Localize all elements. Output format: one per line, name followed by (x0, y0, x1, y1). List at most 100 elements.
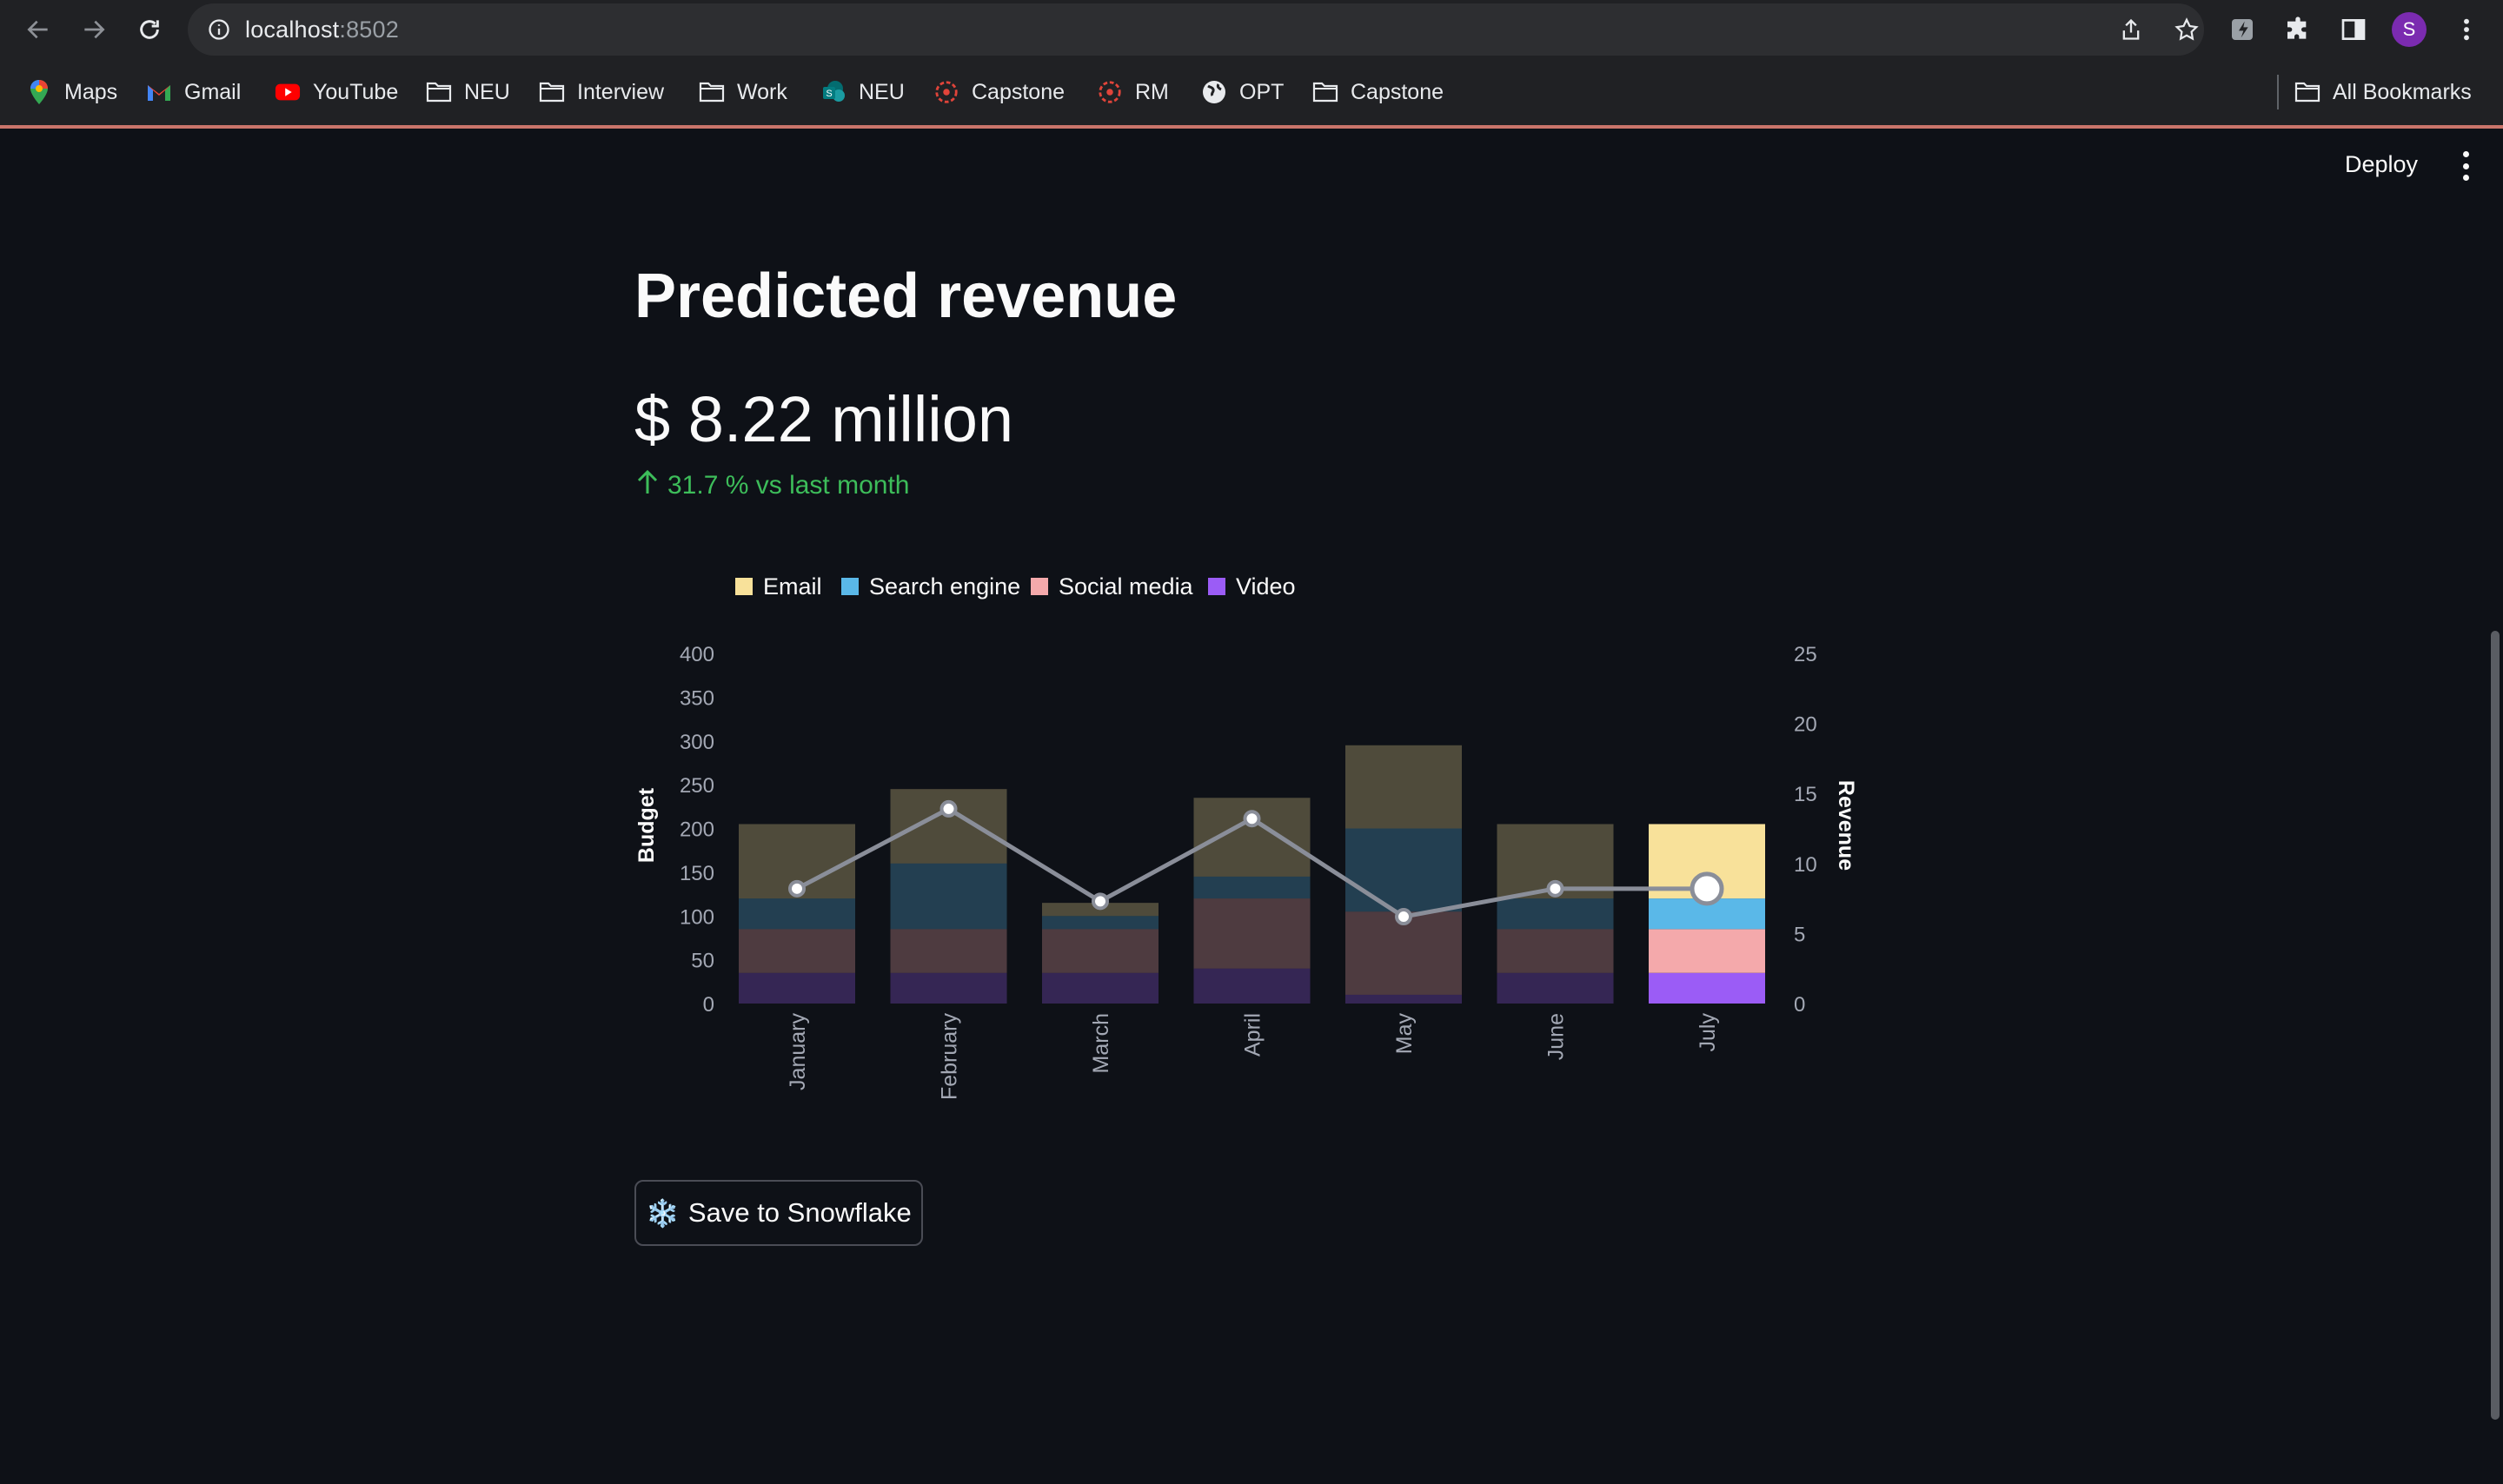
scrollbar[interactable] (2491, 631, 2500, 1420)
x-tick-label: July (1696, 1013, 1720, 1052)
extension-icon[interactable] (2225, 12, 2260, 47)
y-left-tick-label: 0 (703, 993, 714, 1017)
bookmark-label: Work (737, 79, 787, 104)
bookmark-label: RM (1135, 79, 1169, 104)
metric-delta: 31.7 % vs last month (636, 469, 909, 502)
maps-icon (26, 79, 52, 105)
bookmark-label: Gmail (184, 79, 242, 104)
bookmark-opt[interactable]: OPT (1201, 76, 1284, 108)
arrow-up-icon (636, 469, 659, 502)
bar-segment (1345, 745, 1462, 829)
sharepoint-icon: S (820, 79, 847, 105)
capstone-icon (933, 79, 959, 105)
bar-segment (890, 972, 1007, 1004)
globe-icon (1201, 79, 1227, 105)
budget-revenue-chart: Email Search engine Social media Video05010… (634, 573, 1858, 1101)
save-button-label: Save to Snowflake (687, 1197, 912, 1228)
bookmark-label: Capstone (972, 79, 1066, 104)
bookmark-gmail[interactable]: Gmail (146, 76, 241, 108)
url-text: localhost:8502 (245, 17, 399, 43)
y-left-tick-label: 150 (680, 862, 714, 885)
url-port: :8502 (339, 16, 399, 43)
all-bookmarks[interactable]: All Bookmarks (2294, 76, 2472, 108)
y-right-tick-label: 10 (1794, 853, 1817, 877)
y-right-tick-label: 25 (1794, 643, 1817, 666)
y-left-tick-label: 50 (691, 950, 714, 973)
forward-icon[interactable] (76, 12, 111, 47)
url-host: localhost (245, 16, 340, 43)
bar-segment (890, 929, 1007, 973)
bar-segment (1497, 972, 1614, 1004)
bar-segment (1649, 929, 1765, 973)
bar-segment (1649, 972, 1765, 1004)
bookmark-rm[interactable]: RM (1097, 76, 1169, 108)
legend-swatch (1208, 578, 1225, 595)
save-to-snowflake-button[interactable]: ❄️ Save to Snowflake (634, 1180, 923, 1246)
profile-avatar[interactable]: S (2392, 12, 2427, 47)
revenue-point (1092, 892, 1109, 911)
folder-icon (1312, 79, 1338, 105)
gmail-icon (146, 79, 172, 105)
app-menu-icon[interactable] (2453, 151, 2479, 181)
y-left-tick-label: 350 (680, 686, 714, 710)
y-right-tick-label: 15 (1794, 783, 1817, 806)
bar-segment (1345, 828, 1462, 912)
bar-segment (1042, 972, 1159, 1004)
bookmark-youtube[interactable]: YouTube (275, 76, 398, 108)
metric-delta-text: 31.7 % vs last month (667, 471, 910, 500)
bookmark-capstone[interactable]: Capstone (933, 76, 1065, 108)
reload-icon[interactable] (132, 12, 167, 47)
bar-segment (1193, 968, 1311, 1004)
x-tick-label: May (1392, 1013, 1417, 1055)
extensions-puzzle-icon[interactable] (2281, 12, 2315, 47)
bookmark-folder-interview[interactable]: Interview (539, 76, 664, 108)
x-tick-label: March (1089, 1013, 1113, 1073)
folder-icon (699, 79, 725, 105)
bookmark-label: NEU (859, 79, 905, 104)
share-icon[interactable] (2115, 14, 2147, 45)
bar-segment (1497, 898, 1614, 930)
revenue-point (1690, 871, 1724, 906)
capstone-icon (1097, 79, 1123, 105)
page-title: Predicted revenue (634, 262, 1178, 331)
y-left-axis-title: Budget (634, 787, 659, 863)
y-left-tick-label: 400 (680, 643, 714, 666)
bookmark-folder-work[interactable]: Work (699, 76, 787, 108)
address-bar[interactable]: localhost:8502 (188, 3, 2204, 56)
deploy-button[interactable]: Deploy (2345, 151, 2418, 178)
bookmark-star-icon[interactable] (2171, 14, 2202, 45)
bar-segment (1345, 994, 1462, 1004)
legend-item: Search engine (841, 573, 1020, 600)
legend-item: Social media (1031, 573, 1194, 600)
bookmarks-divider (2277, 75, 2279, 109)
bookmark-maps[interactable]: Maps (26, 76, 117, 108)
bookmark-label: Maps (64, 79, 118, 104)
bookmark-folder-neu[interactable]: NEU (426, 76, 510, 108)
y-right-tick-label: 0 (1794, 993, 1805, 1017)
bar-segment (739, 929, 855, 973)
site-info-icon[interactable] (203, 14, 235, 45)
bookmark-sharepoint-neu[interactable]: S NEU (820, 76, 905, 108)
snowflake-icon: ❄️ (646, 1197, 680, 1229)
revenue-point (1546, 879, 1564, 898)
bookmarks-bar: Maps Gmail YouTube NEU Interview Work S … (0, 59, 2503, 129)
legend-label: Social media (1059, 573, 1194, 600)
bookmark-folder-capstone[interactable]: Capstone (1312, 76, 1444, 108)
back-icon[interactable] (21, 12, 56, 47)
browser-menu-icon[interactable] (2449, 12, 2484, 47)
legend-label: Search engine (869, 573, 1020, 600)
revenue-point (788, 879, 806, 898)
all-bookmarks-label: All Bookmarks (2333, 79, 2472, 104)
bar-segment (739, 898, 855, 930)
revenue-point (1395, 908, 1412, 926)
y-right-tick-label: 5 (1794, 923, 1805, 946)
bar-segment (1193, 898, 1311, 969)
y-left-tick-label: 100 (680, 905, 714, 929)
x-tick-label: February (938, 1013, 962, 1101)
side-panel-icon[interactable] (2336, 12, 2371, 47)
x-tick-label: January (786, 1013, 810, 1090)
bar-segment (1193, 798, 1311, 877)
y-left-tick-label: 300 (680, 731, 714, 754)
bar-segment (1497, 929, 1614, 973)
svg-text:S: S (826, 89, 832, 99)
